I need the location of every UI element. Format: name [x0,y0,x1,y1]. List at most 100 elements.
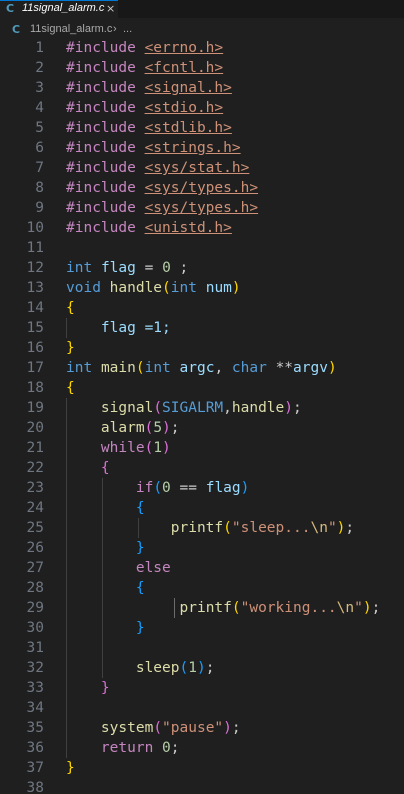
code-text: #include <stdio.h> [66,100,224,116]
line-number: 33 [26,680,44,696]
code-line: 21 while(1) [0,438,404,458]
code-text: system("pause"); [100,720,241,736]
code-line: 10 #include <unistd.h> [0,218,404,238]
code-text: { [135,500,145,516]
code-text: { [66,380,75,396]
code-text: #include <sys/types.h> [66,180,259,196]
line-number: 31 [26,640,44,656]
c-file-icon: C [6,2,15,15]
breadcrumb: C 11signal_alarm.c › ... [0,20,404,38]
code-line: 8 #include <sys/types.h> [0,178,404,198]
code-line: 26 } [0,538,404,558]
code-text: #include <sys/types.h> [66,200,259,216]
code-text: printf("working...\n"); [179,600,381,616]
line-number: 9 [35,200,44,216]
code-text: } [135,540,145,556]
code-line: 16 } [0,338,404,358]
chevron-right-icon: › [113,23,117,35]
code-text: signal(SIGALRM,handle); [100,400,302,416]
breadcrumb-more[interactable]: ... [123,23,132,35]
line-number: 3 [35,80,44,96]
code-line: 1 #include <errno.h> [0,38,404,58]
line-number: 7 [35,160,44,176]
line-number: 11 [26,240,44,256]
line-number: 20 [26,420,44,436]
code-text: } [66,340,75,356]
line-number: 30 [26,620,44,636]
code-text: #include <stdlib.h> [66,120,232,136]
code-line: 29 printf("working...\n"); [0,598,404,618]
breadcrumb-file[interactable]: 11signal_alarm.c [30,23,112,35]
line-number: 29 [26,600,44,616]
code-text: { [100,460,110,476]
code-line: 23 if(0 == flag) [0,478,404,498]
code-line: 19 signal(SIGALRM,handle); [0,398,404,418]
code-text: #include <strings.h> [66,140,241,156]
code-line: 25 printf("sleep...\n"); [0,518,404,538]
code-line: 34 [0,698,404,718]
code-text: alarm(5); [100,420,180,436]
code-text: #include <signal.h> [66,80,232,96]
line-number: 5 [35,120,44,136]
code-text: void handle(int num) [66,280,241,296]
line-number: 21 [26,440,44,456]
code-line: 24 { [0,498,404,518]
code-line: 13 void handle(int num) [0,278,404,298]
code-line: 28 { [0,578,404,598]
code-text: #include <fcntl.h> [66,60,224,76]
code-text: else [135,560,171,576]
code-text: #include <errno.h> [66,40,224,56]
line-number: 16 [26,340,44,356]
code-text: sleep(1); [135,660,215,676]
line-number: 6 [35,140,44,156]
c-file-icon: C [12,23,21,36]
code-line: 7 #include <sys/stat.h> [0,158,404,178]
tab-11signal-alarm[interactable]: C 11signal_alarm.c × [0,0,118,18]
code-line: 18 { [0,378,404,398]
code-line: 35 system("pause"); [0,718,404,738]
line-number: 26 [26,540,44,556]
code-text: int flag = 0 ; [66,260,189,276]
code-text: } [100,680,110,696]
code-line: 11 [0,238,404,258]
code-text: { [135,580,145,596]
code-line: 9 #include <sys/types.h> [0,198,404,218]
code-line: 38 [0,778,404,794]
line-number: 24 [26,500,44,516]
code-line: 33 } [0,678,404,698]
line-number: 14 [26,300,44,316]
line-number: 1 [35,40,44,56]
line-number: 12 [26,260,44,276]
code-line: 31 [0,638,404,658]
code-text: printf("sleep...\n"); [170,520,355,536]
code-text: { [66,300,75,316]
line-number: 13 [26,280,44,296]
code-text: #include <unistd.h> [66,220,232,236]
close-icon[interactable]: × [106,2,115,15]
code-line: 15 flag =1; [0,318,404,338]
line-number: 4 [35,100,44,116]
code-text: int main(int argc, char **argv) [66,360,337,376]
code-text: if(0 == flag) [135,480,250,496]
line-number: 23 [26,480,44,496]
code-line: 30 } [0,618,404,638]
line-number: 2 [35,60,44,76]
code-line: 5 #include <stdlib.h> [0,118,404,138]
line-number: 25 [26,520,44,536]
line-number: 27 [26,560,44,576]
code-line: 22 { [0,458,404,478]
code-line: 12 int flag = 0 ; [0,258,404,278]
code-text: flag =1; [100,320,171,336]
code-line: 6 #include <strings.h> [0,138,404,158]
code-line: 20 alarm(5); [0,418,404,438]
code-line: 4 #include <stdio.h> [0,98,404,118]
code-text: return 0; [100,740,180,756]
line-number: 38 [26,780,44,794]
line-number: 34 [26,700,44,716]
code-text: while(1) [100,440,171,456]
line-number: 35 [26,720,44,736]
code-line: 36 return 0; [0,738,404,758]
code-editor[interactable]: 1 #include <errno.h> 2 #include <fcntl.h… [0,38,404,794]
tab-title: 11signal_alarm.c [22,2,105,14]
line-number: 17 [26,360,44,376]
